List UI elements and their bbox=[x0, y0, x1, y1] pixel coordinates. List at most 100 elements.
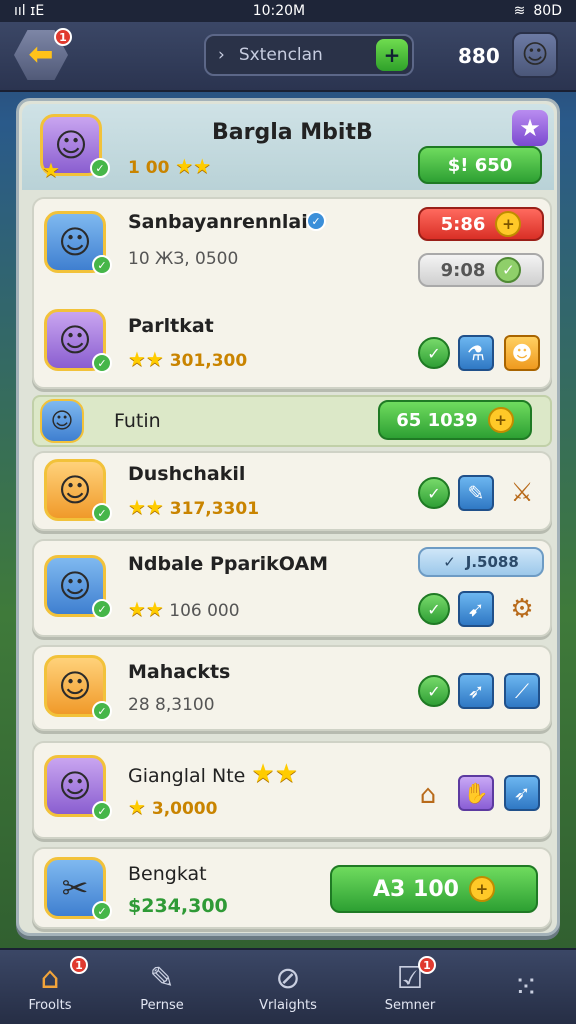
rating-stars-icon: ★★ bbox=[175, 154, 212, 178]
nav-label: Froolts bbox=[28, 997, 72, 1013]
feather-item-icon[interactable]: ✎ bbox=[458, 475, 494, 511]
rating-stars-icon: ★★ bbox=[128, 495, 164, 519]
star-icon: ★ bbox=[128, 795, 146, 819]
row-name: Sanbayanrennlait bbox=[128, 211, 317, 233]
wifi-icon: ≋ bbox=[513, 3, 526, 19]
list-card: ☺ ✓ Sanbayanrennlait ✓ 10 ЖЗ, 0500 5:86 … bbox=[32, 197, 552, 389]
potion-item-icon[interactable]: ⚗ bbox=[458, 335, 494, 371]
tools-icon: ✂ bbox=[61, 869, 89, 907]
check-button[interactable]: ✓ bbox=[418, 593, 450, 625]
check-button[interactable]: ✓ bbox=[418, 477, 450, 509]
rocket-item-icon[interactable]: ➹ bbox=[458, 591, 494, 627]
row-status-pill[interactable]: ✓ J.5088 bbox=[418, 547, 544, 577]
check-badge-icon: ✓ bbox=[92, 503, 112, 523]
row-value-text: 3,0000 bbox=[151, 799, 218, 819]
price-value: 65 1039 bbox=[396, 409, 478, 431]
back-badge: 1 bbox=[54, 28, 72, 46]
check-coin-icon: ✓ bbox=[495, 257, 522, 283]
coin-icon: + bbox=[495, 211, 522, 237]
row-name-text: Gianglal Nte bbox=[128, 765, 246, 787]
row-value: ★★ 317,3301 bbox=[128, 495, 259, 519]
check-badge-icon: ✓ bbox=[92, 801, 112, 821]
status-bar: ııl ɪE 10:20M ≋ 80D bbox=[0, 0, 576, 22]
nav-item-tasks[interactable]: ☑ Semner bbox=[360, 950, 460, 1024]
price-value: A3 100 bbox=[373, 876, 459, 902]
nav-label: Pernse bbox=[140, 997, 184, 1013]
list-card: ☺ ✓ Mahackts 28 8,3100 ✓ ➶ ⟋ bbox=[32, 645, 552, 731]
row-buy-button[interactable]: A3 100 + bbox=[330, 865, 538, 913]
search-field[interactable]: › Sxtenclan + bbox=[204, 34, 414, 76]
main-panel: ☺ ★ ✓ Bargla MbitB 1 00 ★★ ★ $! 650 ☺ ✓ … bbox=[16, 98, 560, 936]
favorite-star-button[interactable]: ★ bbox=[512, 110, 548, 146]
row-name: Futin bbox=[114, 410, 161, 432]
profile-button[interactable]: ☺ bbox=[512, 32, 558, 78]
character-face-icon: ☺ bbox=[58, 667, 92, 705]
rating-value: 1 00 bbox=[128, 158, 170, 178]
character-face-icon: ☺ bbox=[58, 767, 92, 805]
list-item-highlight[interactable]: ☺ Futin 65 1039 + bbox=[32, 395, 552, 447]
check-button[interactable]: ✓ bbox=[418, 337, 450, 369]
circle-icon: ⊘ bbox=[275, 960, 301, 996]
nav-label: Vrlaights bbox=[259, 997, 317, 1013]
check-badge-icon: ✓ bbox=[92, 901, 112, 921]
cursor-icon: › bbox=[218, 45, 225, 65]
pet-item-icon[interactable]: ☻ bbox=[504, 335, 540, 371]
sword-item-icon[interactable]: ⟋ bbox=[504, 673, 540, 709]
arrow-left-icon: ⬅ bbox=[28, 37, 54, 72]
row-timer-red[interactable]: 5:86 + bbox=[418, 207, 544, 241]
arrow-item-icon[interactable]: ➶ bbox=[458, 673, 494, 709]
verified-icon: ✓ bbox=[306, 211, 326, 231]
character-face-icon: ☺ bbox=[58, 223, 92, 261]
wrench-icon: ✎ bbox=[149, 960, 175, 996]
check-button[interactable]: ✓ bbox=[418, 675, 450, 707]
status-time: 10:20M bbox=[252, 3, 306, 19]
row-name: Ndbale PparikOAM bbox=[128, 553, 329, 575]
character-avatar-icon: ☺ bbox=[521, 40, 549, 70]
panel-header: ☺ ★ ✓ Bargla MbitB 1 00 ★★ ★ $! 650 bbox=[22, 104, 554, 190]
search-placeholder: Sxtenclan bbox=[238, 45, 323, 65]
battery-level: 80D bbox=[533, 3, 562, 19]
nav-badge: 1 bbox=[418, 956, 436, 974]
check-badge-icon: ✓ bbox=[92, 255, 112, 275]
nav-item-tools[interactable]: ✎ Pernse bbox=[112, 950, 212, 1024]
character-face-icon: ☺ bbox=[58, 321, 92, 359]
character-face-icon: ☺ bbox=[50, 408, 74, 434]
row-buy-button[interactable]: 65 1039 + bbox=[378, 400, 532, 440]
row-name: Mahackts bbox=[128, 661, 231, 683]
cannon-item-icon[interactable]: ⚙ bbox=[504, 591, 540, 627]
row-name: Parltkat bbox=[128, 315, 214, 337]
row-name: Dushchakil bbox=[128, 463, 246, 485]
coin-icon: + bbox=[487, 407, 514, 433]
check-badge-icon: ✓ bbox=[92, 701, 112, 721]
row-value: 10 ЖЗ, 0500 bbox=[128, 249, 239, 269]
check-badge-icon: ✓ bbox=[92, 599, 112, 619]
rating-stars-icon: ★★ bbox=[128, 597, 164, 621]
boot-item-icon[interactable]: ⌂ bbox=[410, 777, 446, 813]
rating-stars-icon: ★★ bbox=[128, 347, 164, 371]
check-badge-icon: ✓ bbox=[90, 158, 110, 178]
bottom-nav: ⌂ Froolts 1 ✎ Pernse ⊘ Vrlaights ☑ Semne… bbox=[0, 948, 576, 1024]
nav-item-more[interactable]: ⁙ bbox=[476, 950, 576, 1024]
row-timer-grey[interactable]: 9:08 ✓ bbox=[418, 253, 544, 287]
dagger-item-icon[interactable]: ⚔ bbox=[504, 475, 540, 511]
character-face-icon: ☺ bbox=[58, 567, 92, 605]
nav-badge: 1 bbox=[70, 956, 88, 974]
header-rating: 1 00 ★★ bbox=[128, 154, 211, 178]
check-badge-icon: ✓ bbox=[92, 353, 112, 373]
list-card: ☺ ✓ Ndbale PparikOAM ★★ 106 000 ✓ J.5088… bbox=[32, 539, 552, 637]
timer-value: 5:86 bbox=[440, 213, 486, 235]
signal-indicator: ııl ɪE bbox=[14, 3, 45, 19]
row-value: ★ 3,0000 bbox=[128, 795, 217, 819]
nav-item-weights[interactable]: ⊘ Vrlaights bbox=[238, 950, 338, 1024]
check-icon: ✓ bbox=[443, 553, 456, 571]
glove-item-icon[interactable]: ✋ bbox=[458, 775, 494, 811]
row-name: Bengkat bbox=[128, 863, 207, 885]
header-price-button[interactable]: $! 650 bbox=[418, 146, 542, 184]
blade-item-icon[interactable]: ➶ bbox=[504, 775, 540, 811]
list-card: ☺ ✓ Dushchakil ★★ 317,3301 ✓ ✎ ⚔ bbox=[32, 451, 552, 531]
row-value-text: 106 000 bbox=[169, 601, 240, 621]
search-go-button[interactable]: + bbox=[376, 39, 408, 71]
row-value: ★★ 301,300 bbox=[128, 347, 247, 371]
row-avatar: ☺ bbox=[40, 399, 84, 443]
status-value: J.5088 bbox=[465, 553, 519, 571]
